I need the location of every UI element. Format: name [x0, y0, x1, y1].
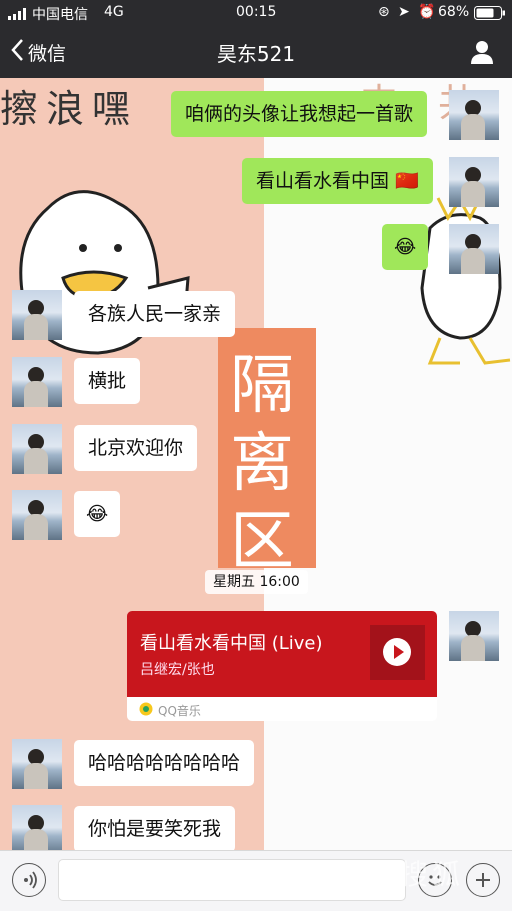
carrier-label: 中国电信	[32, 7, 88, 23]
avatar-self[interactable]	[449, 90, 499, 140]
avatar-contact[interactable]	[12, 357, 62, 407]
banner-char-3: 区	[230, 505, 294, 579]
message-bubble-incoming[interactable]: 哈哈哈哈哈哈哈哈	[74, 740, 255, 786]
message-bubble-outgoing[interactable]: 看山看水看中国 🇨🇳	[242, 158, 433, 204]
music-source-row: QQ音乐	[139, 701, 201, 719]
avatar-self[interactable]	[449, 611, 499, 661]
nav-bar: 微信 昊东521	[0, 26, 512, 78]
battery-percent: 68%	[438, 4, 470, 20]
chat-title: 昊东521	[216, 42, 296, 66]
person-icon	[470, 41, 494, 68]
music-source: QQ音乐	[158, 703, 201, 718]
status-bar: 中国电信 4G 00:15 ⊛ ➤ ⏰ 68%	[0, 0, 512, 26]
message-bubble-incoming[interactable]: 各族人民一家亲	[74, 291, 236, 337]
background-deco-text: 擦浪嘿	[0, 87, 139, 131]
signal-icon	[8, 8, 28, 24]
battery-icon	[474, 6, 506, 24]
avatar-contact[interactable]	[12, 739, 62, 789]
alarm-icon: ⏰	[418, 4, 436, 20]
rotation-lock-icon: ⊛	[378, 4, 390, 20]
qq-music-icon	[139, 702, 153, 719]
chat-area[interactable]: 擦浪嘿 丰 共 三 隔 离 区 咱俩的头像让我想起一首歌 看山看水看中国 🇨🇳 …	[0, 78, 512, 850]
music-artist: 吕继宏/张也	[140, 662, 215, 678]
chat-timestamp: 星期五 16:00	[205, 570, 308, 594]
clock: 00:15	[236, 4, 277, 20]
profile-button[interactable]	[470, 40, 494, 68]
message-text: 看山看水看中国	[256, 170, 390, 192]
input-bar: 搜狐	[0, 850, 512, 911]
music-share-card[interactable]: 看山看水看中国 (Live) 吕继宏/张也 QQ音乐	[127, 611, 437, 721]
album-cover[interactable]	[370, 625, 425, 680]
message-bubble-incoming-emoji[interactable]: 😂	[74, 491, 121, 537]
message-bubble-incoming[interactable]: 你怕是要笑死我	[74, 806, 236, 850]
message-bubble-incoming[interactable]: 横批	[74, 358, 141, 404]
music-title: 看山看水看中国 (Live)	[140, 633, 323, 654]
avatar-self[interactable]	[449, 157, 499, 207]
network-label: 4G	[104, 4, 124, 20]
china-flag-emoji: 🇨🇳	[395, 170, 419, 192]
play-icon[interactable]	[382, 637, 412, 671]
voice-icon	[21, 871, 39, 893]
message-bubble-outgoing[interactable]: 咱俩的头像让我想起一首歌	[171, 91, 428, 137]
message-bubble-outgoing-emoji[interactable]: 😂	[382, 224, 429, 270]
more-button[interactable]	[466, 863, 500, 897]
avatar-contact[interactable]	[12, 424, 62, 474]
avatar-contact[interactable]	[12, 805, 62, 850]
voice-button[interactable]	[12, 863, 46, 897]
avatar-self[interactable]	[449, 224, 499, 274]
watermark: 搜狐	[400, 858, 465, 891]
message-input[interactable]	[58, 859, 406, 901]
message-bubble-incoming[interactable]: 北京欢迎你	[74, 425, 198, 471]
avatar-contact[interactable]	[12, 490, 62, 540]
music-card-header: 看山看水看中国 (Live) 吕继宏/张也	[127, 611, 437, 697]
plus-icon	[474, 871, 492, 893]
location-icon: ➤	[398, 4, 410, 20]
avatar-contact[interactable]	[12, 290, 62, 340]
